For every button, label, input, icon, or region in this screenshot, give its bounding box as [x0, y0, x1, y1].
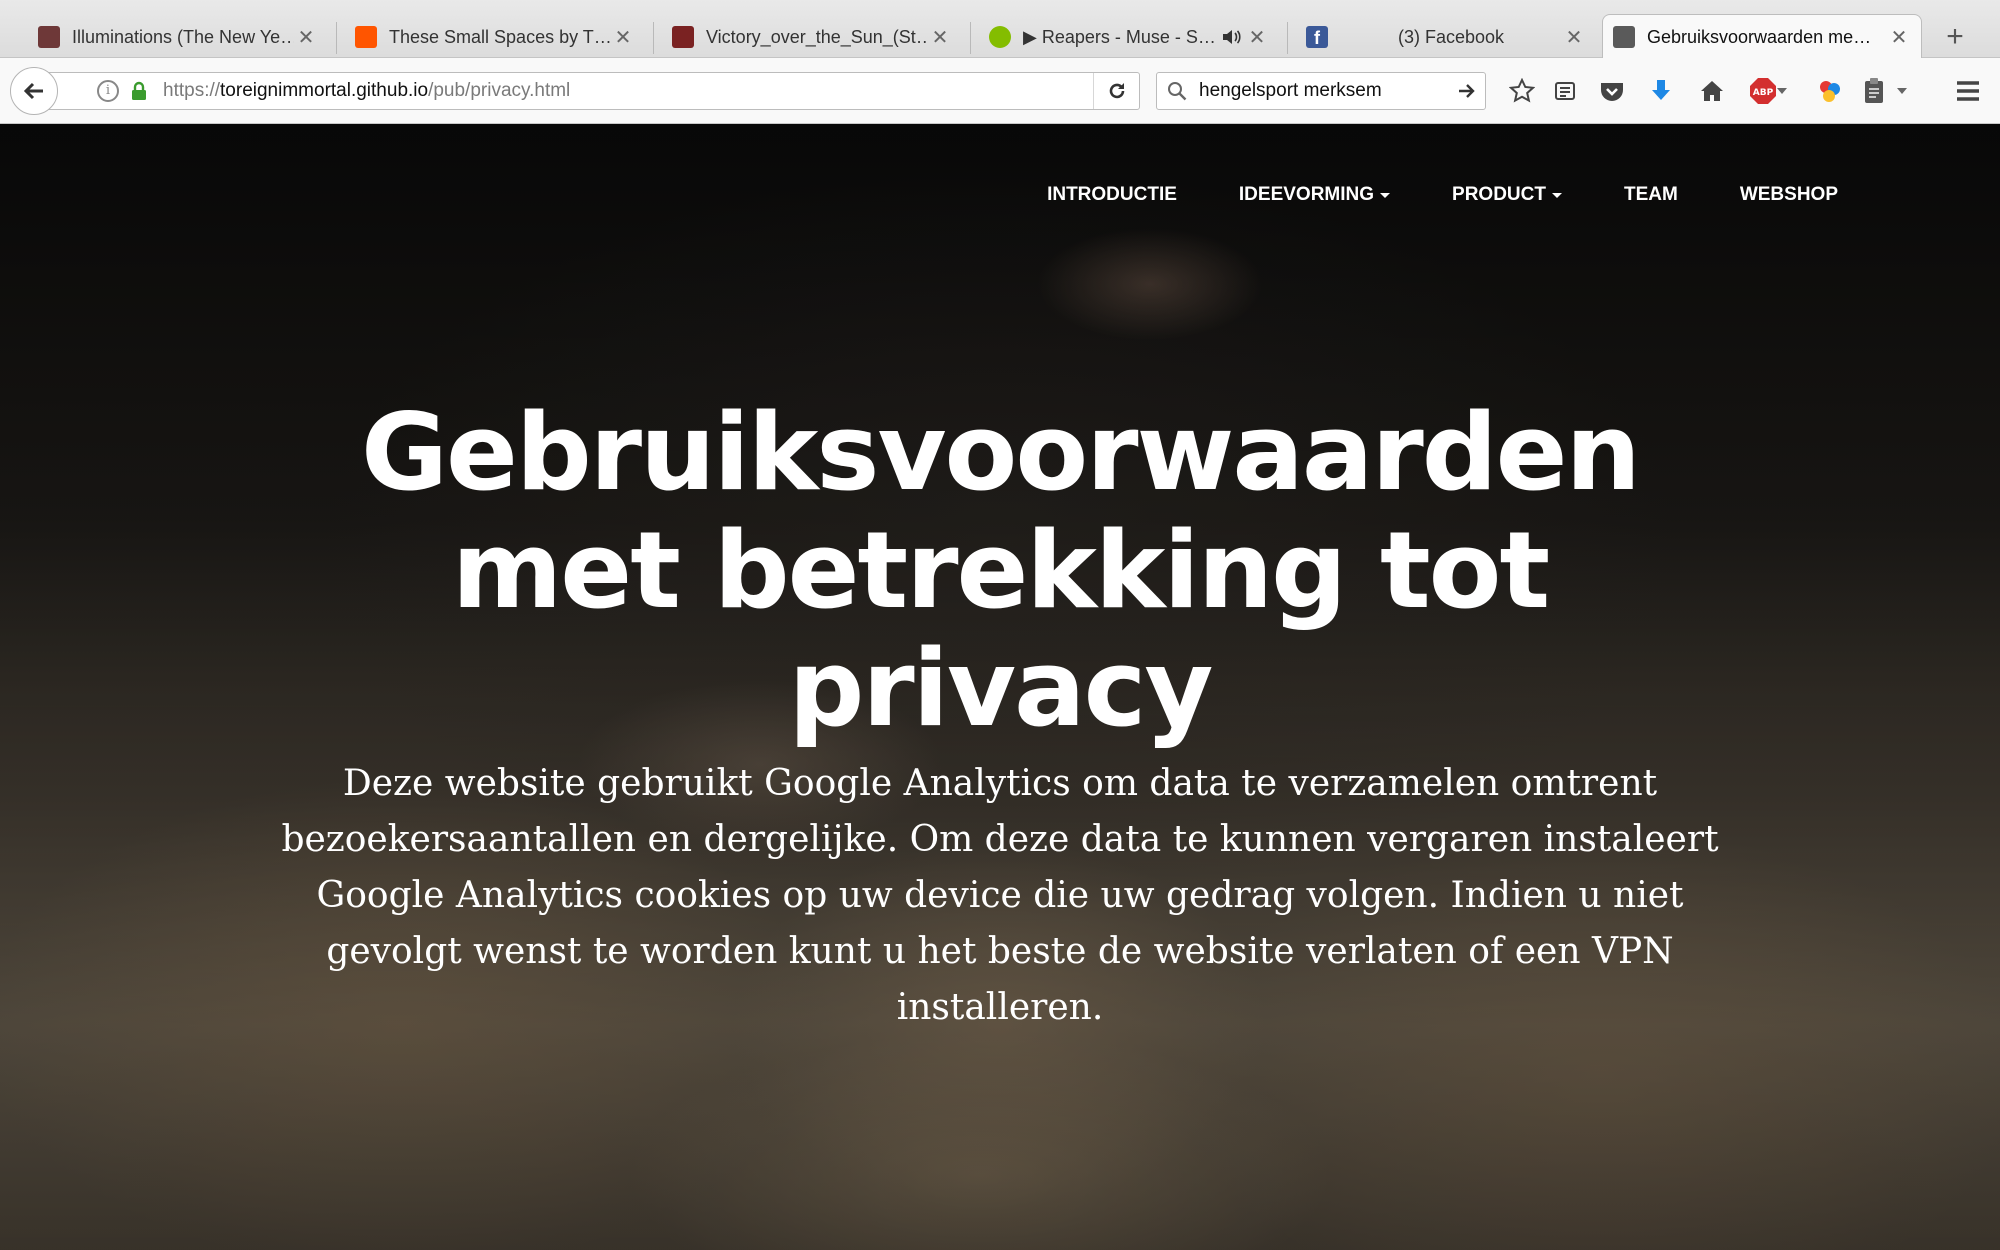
reader-list-icon[interactable] [1550, 76, 1580, 106]
tab-separator [653, 22, 654, 54]
close-icon[interactable]: ✕ [1887, 25, 1911, 50]
nav-item-label: INTRODUCTIE [1047, 184, 1177, 205]
tab-illuminations[interactable]: Illuminations (The New Ye… ✕ [28, 16, 328, 58]
tab-separator [970, 22, 971, 54]
reload-button[interactable] [1093, 73, 1139, 109]
url-text[interactable]: https://toreignimmortal.github.io/pub/pr… [163, 80, 570, 102]
nav-item-webshop[interactable]: WEBSHOP [1740, 184, 1838, 206]
tab-separator [336, 22, 337, 54]
search-input[interactable]: hengelsport merksem [1199, 80, 1449, 102]
tab-facebook[interactable]: f (3) Facebook ✕ [1296, 16, 1596, 58]
chevron-down-icon [1897, 88, 1907, 94]
reload-icon [1109, 83, 1124, 99]
navigation-toolbar: i https://toreignimmortal.github.io/pub/… [0, 58, 2000, 124]
tab-separator [1287, 22, 1288, 54]
info-icon[interactable]: i [97, 80, 119, 102]
url-scheme: https:// [163, 80, 221, 101]
clipboard-icon[interactable] [1860, 76, 1910, 106]
tab-label: (3) Facebook [1397, 26, 1505, 47]
page-title: Gebruiksvoorwaarden met betrekking tot p… [361, 391, 1641, 750]
hero-section: Gebruiksvoorwaarden met betrekking tot p… [0, 394, 2000, 1036]
tab-label: Victory_over_the_Sun_(St… [706, 26, 928, 47]
url-domain: toreignimmortal.github.io [220, 80, 429, 101]
facebook-icon: f [1306, 26, 1328, 48]
tab-victory-over-the-sun[interactable]: Victory_over_the_Sun_(St… ✕ [662, 16, 962, 58]
nav-item-team[interactable]: TEAM [1624, 184, 1678, 206]
speaker-icon[interactable] [1219, 28, 1245, 46]
lock-icon[interactable] [131, 81, 147, 101]
close-icon[interactable]: ✕ [1562, 25, 1586, 50]
tab-strip: Illuminations (The New Ye… ✕ These Small… [0, 0, 2000, 59]
soundcloud-icon [355, 26, 377, 48]
star-icon[interactable] [1507, 76, 1537, 106]
close-icon[interactable]: ✕ [1245, 25, 1269, 50]
search-icon [1168, 82, 1187, 101]
close-icon[interactable]: ✕ [294, 25, 318, 50]
privacy-notice-text: Deze website gebruikt Google Analytics o… [281, 763, 1719, 1028]
nav-item-label: IDEEVORMING [1238, 184, 1375, 205]
tab-label: Gebruiksvoorwaarden me… [1647, 26, 1872, 47]
tab-favicon [38, 26, 60, 48]
tab-spotify[interactable]: ▶ Reapers - Muse - S… ✕ [979, 16, 1279, 58]
download-icon[interactable] [1646, 76, 1676, 106]
caret-down-icon [1551, 192, 1562, 198]
home-icon[interactable] [1697, 76, 1727, 106]
tab-label: Illuminations (The New Ye… [72, 26, 294, 47]
caret-down-icon [1380, 192, 1391, 198]
url-bar[interactable]: i https://toreignimmortal.github.io/pub/… [40, 72, 1140, 110]
search-bar[interactable]: hengelsport merksem [1156, 72, 1486, 110]
close-icon[interactable]: ✕ [928, 25, 952, 50]
back-button[interactable] [10, 67, 58, 115]
new-tab-button[interactable]: + [1935, 18, 1975, 58]
nav-item-introductie[interactable]: INTRODUCTIE [1047, 184, 1177, 206]
tab-soundcloud[interactable]: These Small Spaces by T… ✕ [345, 16, 645, 58]
pocket-icon[interactable] [1597, 76, 1627, 106]
spotify-icon [989, 26, 1011, 48]
svg-text:ABP: ABP [1753, 88, 1774, 98]
tab-favicon [672, 26, 694, 48]
tab-active-privacy[interactable]: Gebruiksvoorwaarden me… ✕ [1602, 14, 1922, 59]
nav-item-ideevorming[interactable]: IDEEVORMING [1238, 184, 1391, 206]
back-arrow-icon [23, 82, 43, 100]
nav-item-label: TEAM [1623, 184, 1678, 205]
nav-item-label: WEBSHOP [1739, 184, 1838, 205]
tab-label: These Small Spaces by T… [389, 26, 611, 47]
nav-item-product[interactable]: PRODUCT [1452, 184, 1562, 206]
site-navigation: INTRODUCTIE IDEEVORMING PRODUCT TEAM WEB… [985, 184, 1838, 206]
close-icon[interactable]: ✕ [611, 25, 635, 50]
url-path: /pub/privacy.html [428, 80, 571, 101]
search-go-arrow-icon[interactable] [1449, 82, 1485, 100]
menu-icon[interactable] [1953, 76, 1983, 106]
adblock-plus-icon[interactable]: ABP [1746, 76, 1790, 106]
color-extension-icon[interactable] [1815, 76, 1845, 106]
tab-label: ▶ Reapers - Muse - S… [1023, 26, 1216, 47]
tab-favicon [1613, 26, 1635, 48]
page-viewport: INTRODUCTIE IDEEVORMING PRODUCT TEAM WEB… [0, 124, 2000, 1250]
nav-item-label: PRODUCT [1452, 184, 1546, 205]
chevron-down-icon [1777, 88, 1787, 94]
